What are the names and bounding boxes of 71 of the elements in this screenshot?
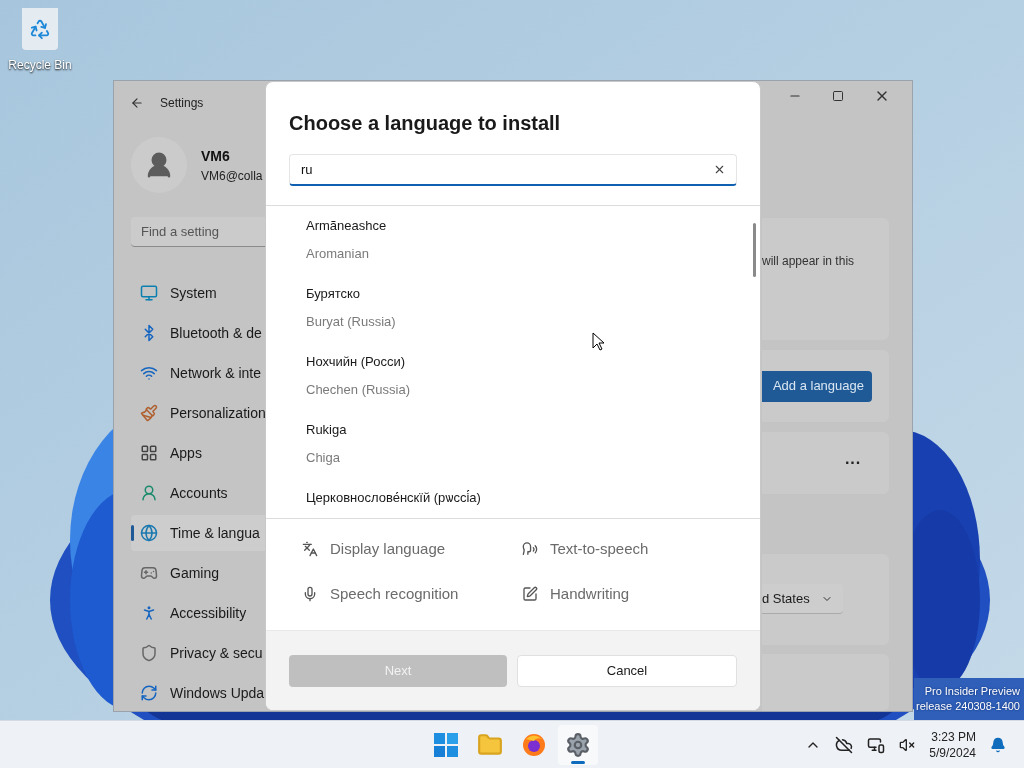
english-name: Chiga [306, 449, 340, 467]
globe-icon [140, 524, 158, 542]
person-icon [140, 484, 158, 502]
feature-label: Speech recognition [330, 583, 459, 604]
clear-icon[interactable] [713, 163, 726, 176]
cloud-off-icon[interactable] [835, 735, 854, 754]
language-icon [302, 541, 318, 558]
sidebar-item[interactable]: System [131, 275, 266, 311]
native-name: Armãneashce [306, 217, 387, 235]
active-indicator [571, 760, 585, 764]
bell-icon[interactable] [990, 736, 1006, 753]
watermark-text: release 240308-1400 [916, 699, 1020, 714]
more-options[interactable]: ··· [845, 450, 861, 475]
mouse-pointer-icon [592, 332, 605, 351]
browser-icon [522, 732, 546, 757]
sidebar-item[interactable]: Privacy & secu [131, 635, 266, 671]
native-name: Церковнослове́нскїй (рѡссі́а) [306, 489, 481, 507]
feature-label: Text-to-speech [550, 539, 649, 559]
window-title: Settings [160, 95, 204, 113]
microphone-icon [302, 585, 318, 602]
recycle-bin-icon[interactable] [22, 8, 58, 50]
language-item[interactable]: Нохчийн (Росси) Chechen (Russia) [306, 352, 760, 420]
native-name: Нохчийн (Росси) [306, 353, 406, 371]
dialog-title: Choose a language to install [289, 111, 562, 136]
settings-icon [565, 731, 591, 758]
user-name: VM6 [201, 146, 231, 166]
search-field[interactable]: ru [289, 154, 737, 186]
language-item[interactable]: Armãneashce Aromanian [306, 216, 760, 284]
shield-icon [140, 644, 158, 662]
sidebar-item[interactable]: Apps [131, 435, 266, 471]
windows-logo-icon [434, 732, 458, 757]
add-language-button[interactable]: Add a language [762, 370, 872, 402]
native-name: Бурятско [306, 285, 361, 303]
watermark-text: Pro Insider Preview [924, 684, 1020, 699]
maximize-icon[interactable] [832, 90, 844, 103]
sync-icon [140, 684, 158, 702]
apps-grid-icon [140, 444, 158, 462]
user-email: VM6@colla [201, 167, 263, 185]
brush-icon [140, 404, 158, 422]
pen-icon [522, 585, 538, 602]
language-item[interactable]: Церковнослове́нскїй (рѡссі́а) [306, 488, 760, 518]
clock[interactable]: 3:23 PM 5/9/2024 [929, 728, 976, 761]
feature-label: Display language [330, 539, 446, 559]
wifi-icon [140, 364, 158, 382]
taskbar-app[interactable] [558, 724, 598, 765]
english-name: Chechen (Russia) [306, 381, 411, 399]
selection-indicator [131, 525, 134, 541]
speech-icon [522, 541, 538, 558]
scrollbar-thumb[interactable] [753, 223, 756, 277]
language-item[interactable]: Rukiga Chiga [306, 420, 760, 488]
sidebar-item[interactable]: Windows Upda [131, 675, 266, 711]
cancel-button[interactable]: Cancel [517, 654, 737, 687]
network-icon[interactable] [867, 735, 886, 754]
sidebar-item[interactable]: Accounts [131, 475, 266, 511]
gamepad-icon [140, 564, 158, 582]
description-text: will appear in this [762, 252, 856, 270]
sidebar-item[interactable]: Gaming [131, 555, 266, 591]
sidebar-item[interactable]: Accessibility [131, 595, 266, 631]
sidebar-item[interactable]: Network & inte [131, 355, 266, 391]
folder-icon [477, 731, 503, 758]
language-item[interactable]: Бурятско Buryat (Russia) [306, 284, 760, 352]
english-name: Aromanian [306, 245, 369, 263]
sidebar-item[interactable]: Personalization [131, 395, 266, 431]
search-field[interactable]: Find a setting [131, 217, 266, 247]
sidebar-item[interactable]: Time & langua [131, 515, 266, 551]
volume-muted-icon[interactable] [899, 736, 916, 753]
english-name: Buryat (Russia) [306, 313, 396, 331]
sidebar-item[interactable]: Bluetooth & de [131, 315, 266, 351]
native-name: Rukiga [306, 421, 347, 439]
feature-label: Handwriting [550, 583, 630, 604]
monitor-icon [140, 284, 158, 302]
